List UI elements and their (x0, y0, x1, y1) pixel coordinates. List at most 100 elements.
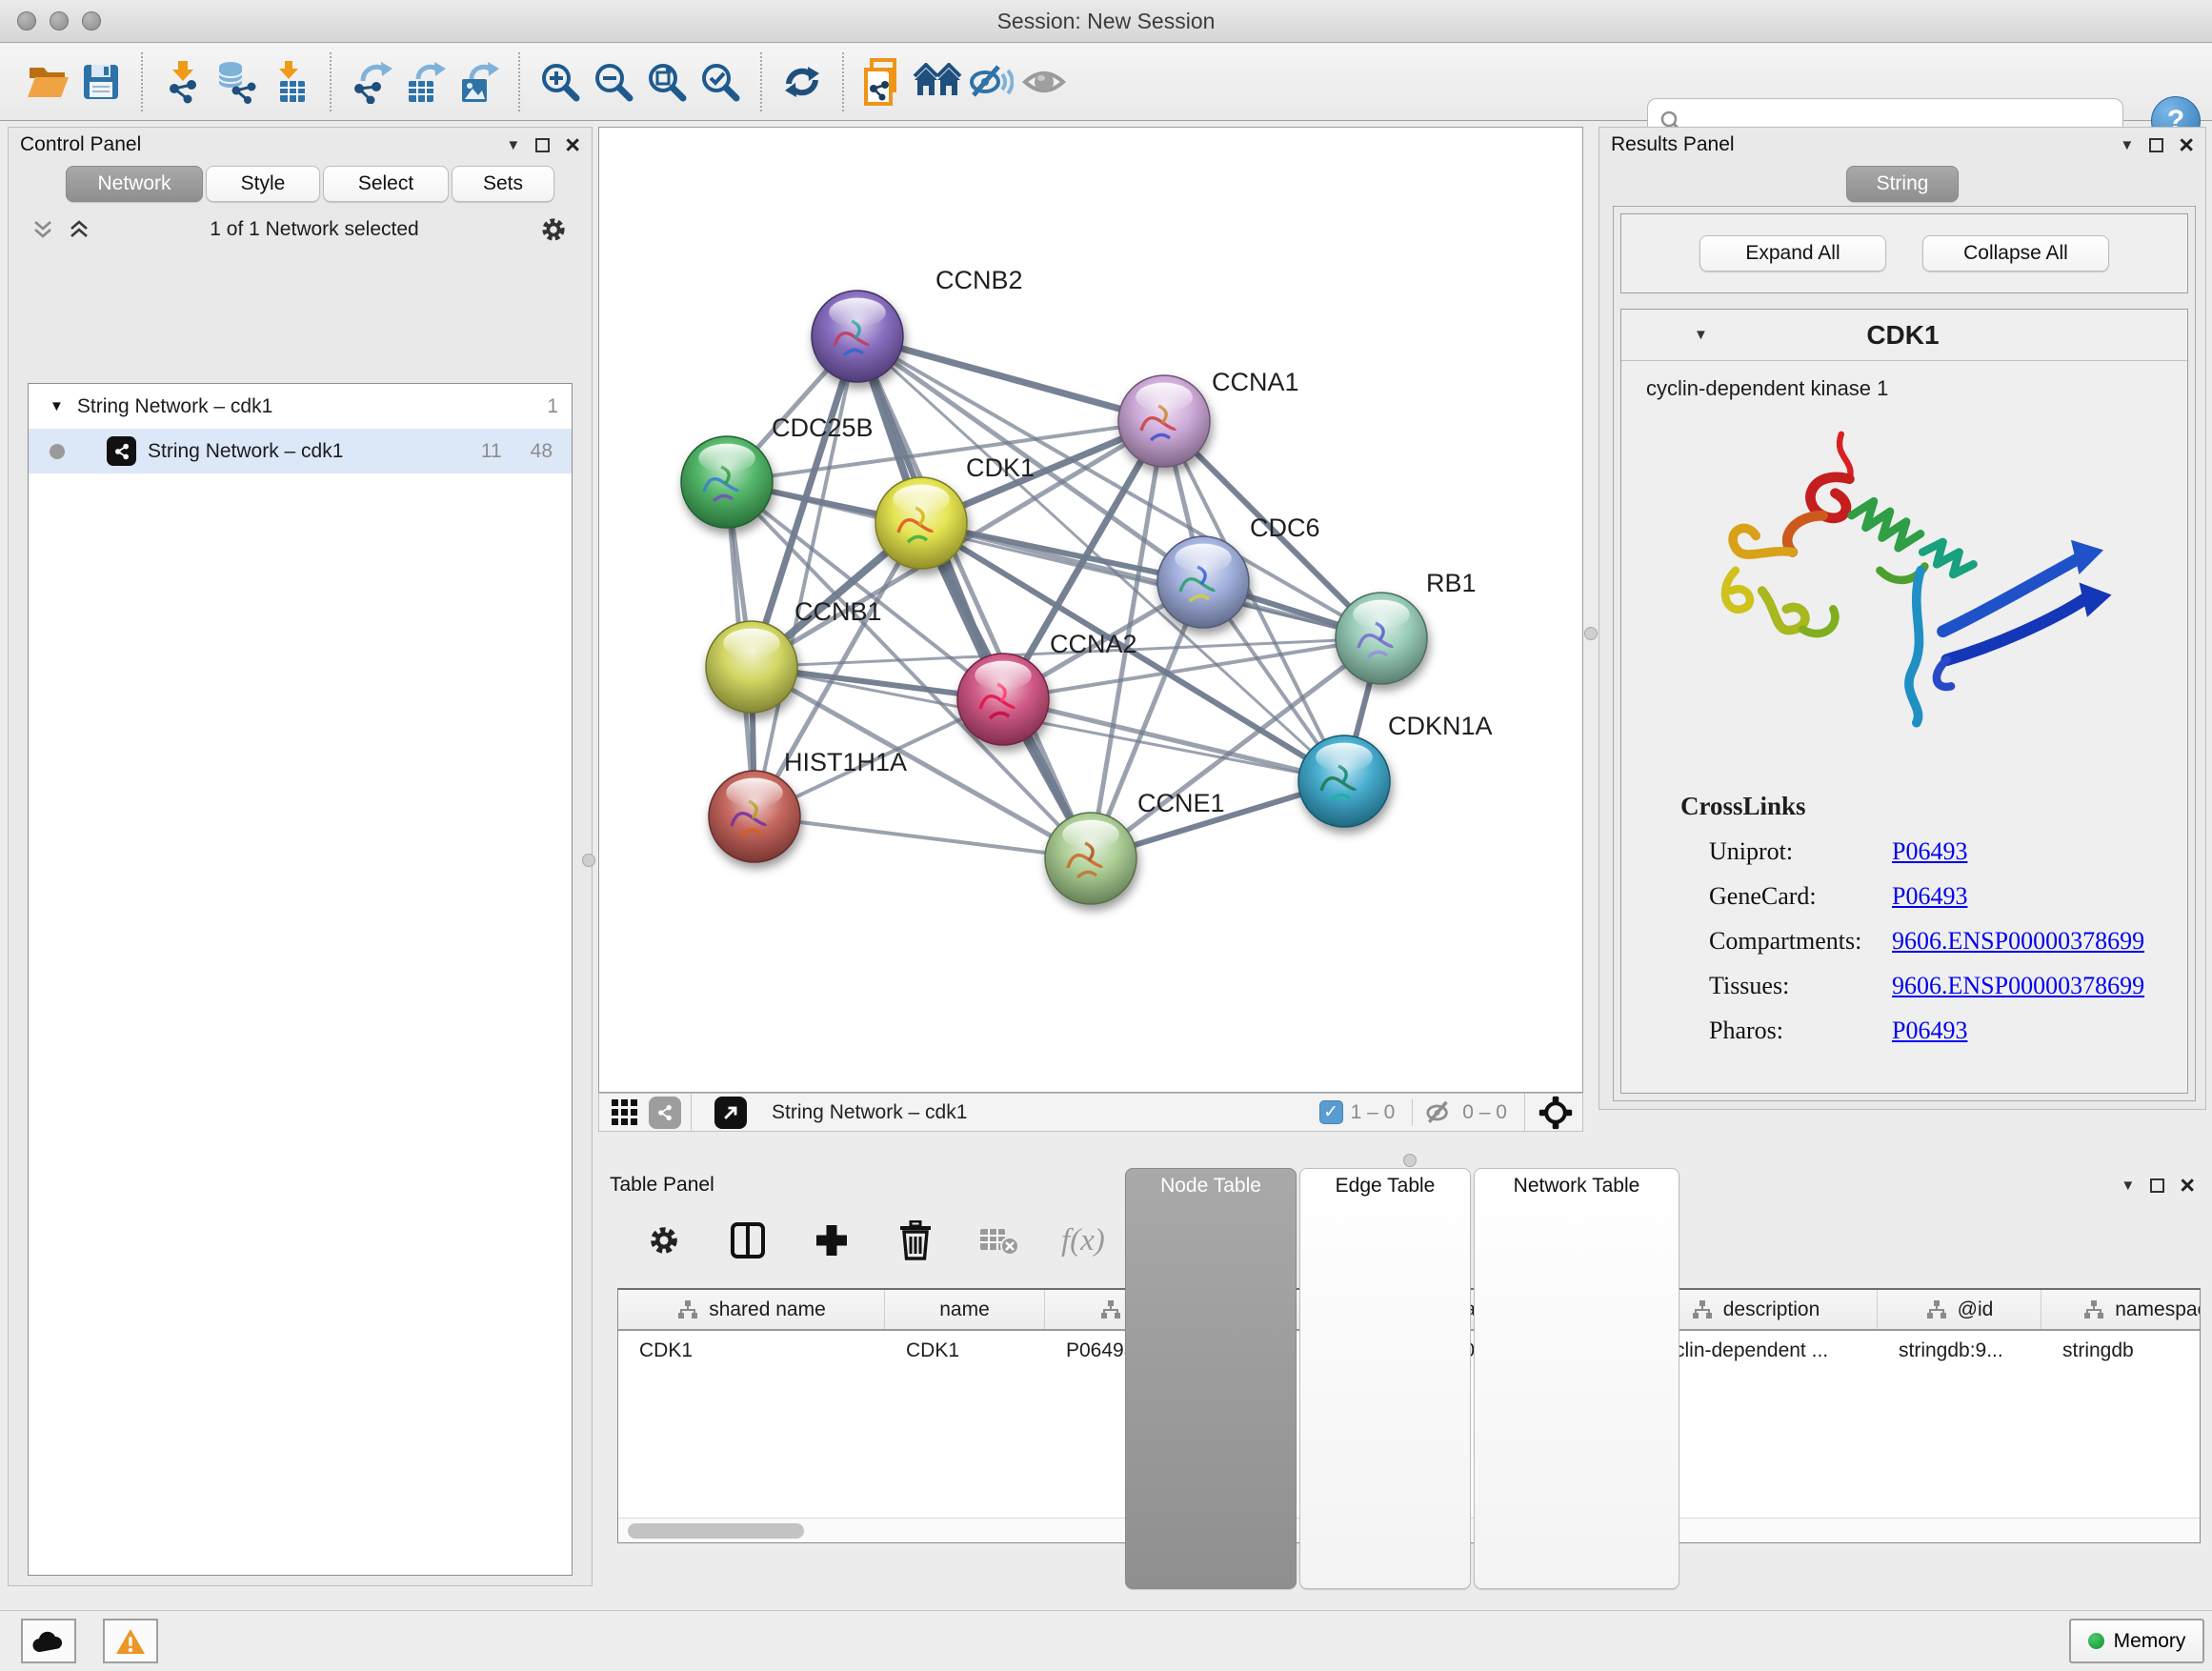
crosslink-row: GeneCard:P06493 (1709, 874, 2187, 918)
node-CCNB1[interactable]: CCNB1 (706, 597, 882, 713)
import-table-button[interactable] (263, 51, 316, 112)
tab-network[interactable]: Network (66, 166, 203, 202)
zoom-fit-button[interactable] (640, 51, 694, 112)
crosslink-link[interactable]: 9606.ENSP00000378699 (1892, 972, 2144, 1000)
export-image-button[interactable] (452, 51, 505, 112)
edge-CCNB2-CCNE1[interactable] (857, 336, 1091, 858)
detach-view-button[interactable] (714, 1097, 747, 1129)
refresh-button[interactable] (775, 51, 829, 112)
warning-status-button[interactable] (103, 1619, 158, 1663)
network-overview-toggle-button[interactable] (649, 1097, 681, 1129)
close-panel-icon[interactable]: × (2179, 135, 2194, 154)
open-session-button[interactable] (21, 51, 74, 112)
crosslink-link[interactable]: 9606.ENSP00000378699 (1892, 927, 2144, 956)
gene-header[interactable]: ▼ CDK1 (1621, 310, 2187, 361)
tab-style[interactable]: Style (206, 166, 320, 202)
tab-sets[interactable]: Sets (452, 166, 554, 202)
node-CDKN1A[interactable]: CDKN1A (1298, 712, 1493, 827)
node-label-CCNA2: CCNA2 (1050, 630, 1137, 658)
edge-CCNB2-HIST1H1A[interactable] (754, 336, 857, 816)
control-panel-title: Control Panel (20, 133, 141, 156)
edge-HIST1H1A-CCNE1[interactable] (754, 816, 1091, 858)
network-row[interactable]: String Network – cdk1 11 48 (29, 429, 572, 473)
export-network-button[interactable] (345, 51, 398, 112)
node-CCNE1[interactable]: CCNE1 (1045, 789, 1225, 904)
tab-node-table[interactable]: Node Table (1125, 1168, 1297, 1589)
crosslink-row: Pharos:P06493 (1709, 1008, 2187, 1053)
collapse-all-icon[interactable] (31, 218, 54, 241)
zoom-selected-button[interactable] (694, 51, 747, 112)
expand-all-button[interactable]: Expand All (1699, 235, 1886, 272)
node-label-CDC25B: CDC25B (772, 413, 874, 442)
tab-string[interactable]: String (1846, 166, 1959, 202)
warning-icon (114, 1627, 147, 1656)
cloud-status-button[interactable] (21, 1619, 76, 1663)
eye-button[interactable] (1017, 51, 1071, 112)
hide-unhide-button[interactable] (964, 51, 1017, 112)
crosslink-row: Compartments:9606.ENSP00000378699 (1709, 918, 2187, 963)
import-network-button[interactable] (156, 51, 210, 112)
crosslink-link[interactable]: P06493 (1892, 837, 1967, 866)
clone-network-button[interactable] (857, 51, 911, 112)
gene-section: ▼ CDK1 cyclin-dependent kinase 1 (1620, 309, 2188, 1094)
node-CCNB2[interactable]: CCNB2 (812, 266, 1023, 382)
gene-description: cyclin-dependent kinase 1 (1621, 361, 2187, 401)
network-label: String Network – cdk1 (148, 440, 481, 463)
memory-button[interactable]: Memory (2069, 1619, 2204, 1663)
cloud-icon (30, 1629, 67, 1654)
tab-network-table[interactable]: Network Table (1474, 1168, 1679, 1589)
network-icon (107, 436, 136, 466)
string-network-graph[interactable]: CCNB2CCNA1CDC25BCDK1CDC6RB1CCNB1CCNA2CDK… (599, 128, 1582, 1092)
crosslink-link[interactable]: P06493 (1892, 882, 1967, 911)
collapse-all-button[interactable]: Collapse All (1922, 235, 2109, 272)
node-CCNA1[interactable]: CCNA1 (1118, 368, 1299, 467)
right-splitter-handle[interactable] (1584, 627, 1598, 640)
collapse-panel-icon[interactable]: ▼ (506, 137, 520, 153)
gear-icon[interactable] (538, 214, 569, 245)
import-network-from-database-button[interactable] (210, 51, 263, 112)
collapse-gene-icon[interactable]: ▼ (1694, 327, 1708, 343)
close-panel-icon[interactable]: × (565, 135, 580, 154)
toolbar-separator (842, 52, 844, 111)
horizontal-splitter-handle[interactable] (1403, 1154, 1417, 1167)
network-collection-row[interactable]: ▼ String Network – cdk1 1 (29, 384, 572, 429)
crosshair-icon[interactable] (1538, 1096, 1573, 1130)
toolbar-separator (141, 52, 143, 111)
expander-icon[interactable]: ▼ (50, 398, 64, 414)
memory-status-dot (2088, 1633, 2104, 1649)
crosslink-row: Uniprot:P06493 (1709, 829, 2187, 874)
zoom-out-button[interactable] (587, 51, 640, 112)
left-splitter-handle[interactable] (582, 854, 595, 867)
network-canvas[interactable]: CCNB2CCNA1CDC25BCDK1CDC6RB1CCNB1CCNA2CDK… (598, 127, 1583, 1093)
export-table-button[interactable] (398, 51, 452, 112)
node-label-CDKN1A: CDKN1A (1388, 712, 1493, 740)
node-label-CCNB2: CCNB2 (935, 266, 1023, 294)
float-panel-icon[interactable] (535, 138, 550, 152)
tab-select[interactable]: Select (323, 166, 449, 202)
table-panel: Table Panel ▼ × f(x) shared namenamecano… (598, 1168, 2206, 1602)
node-HIST1H1A[interactable]: HIST1H1A (709, 748, 907, 862)
results-panel-title: Results Panel (1611, 133, 1735, 156)
crosslink-link[interactable]: P06493 (1892, 1017, 1967, 1045)
float-panel-icon[interactable] (2149, 138, 2163, 152)
crosslink-label: Tissues: (1709, 972, 1892, 1000)
crosslink-label: GeneCard: (1709, 882, 1892, 911)
titlebar: Session: New Session (0, 0, 2212, 43)
node-label-CCNA1: CCNA1 (1212, 368, 1299, 396)
network-view-title: String Network – cdk1 (772, 1101, 1319, 1124)
crosslink-label: Compartments: (1709, 927, 1892, 956)
selected-checkbox[interactable]: ✓ (1319, 1100, 1343, 1124)
home-networks-button[interactable] (911, 51, 964, 112)
tab-edge-table[interactable]: Edge Table (1299, 1168, 1471, 1589)
save-session-button[interactable] (74, 51, 128, 112)
selected-count: 1 – 0 (1351, 1101, 1396, 1124)
hidden-count: 0 – 0 (1462, 1101, 1507, 1124)
birds-eye-view-button[interactable] (609, 1097, 641, 1129)
crosslink-row: Tissues:9606.ENSP00000378699 (1709, 963, 2187, 1008)
collapse-panel-icon[interactable]: ▼ (2120, 137, 2134, 153)
expand-all-icon[interactable] (68, 218, 90, 241)
string-results-content: Expand All Collapse All ▼ CDK1 cyclin-de… (1613, 206, 2196, 1101)
node-RB1[interactable]: RB1 (1336, 569, 1477, 684)
zoom-in-button[interactable] (533, 51, 587, 112)
crosslink-label: Uniprot: (1709, 837, 1892, 866)
